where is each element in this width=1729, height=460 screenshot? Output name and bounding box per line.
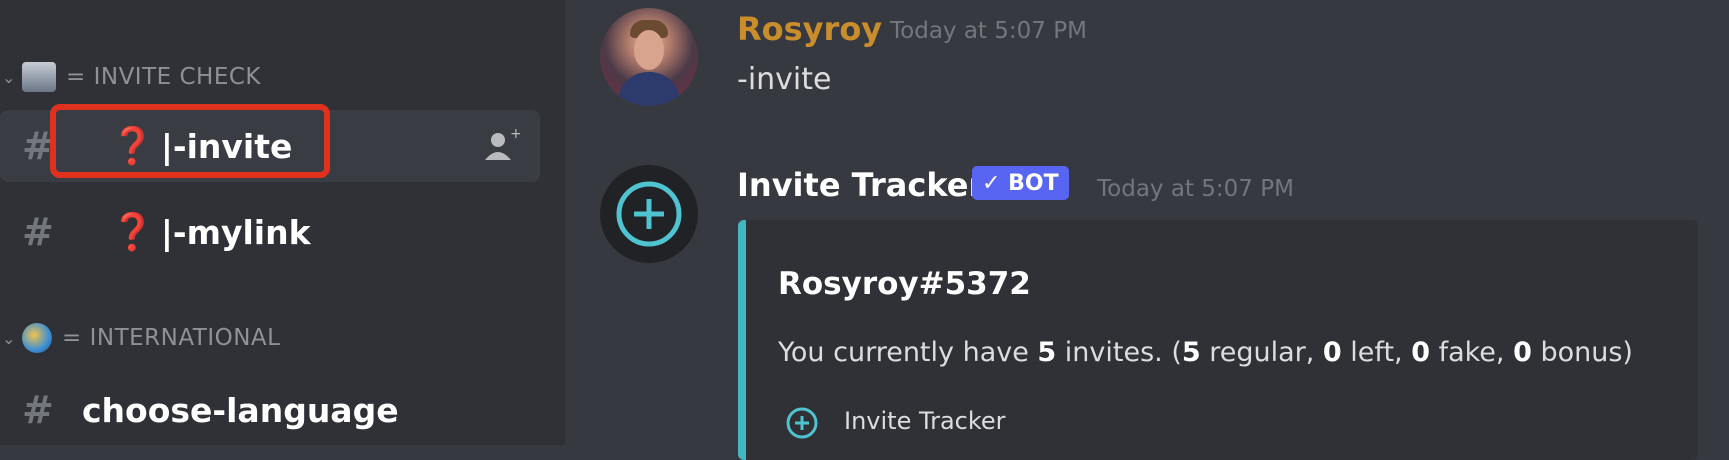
message-content: -invite <box>737 62 832 97</box>
channel-name: choose-language <box>82 390 399 430</box>
globe-icon <box>22 323 52 353</box>
category-label: = INTERNATIONAL <box>62 325 281 351</box>
svg-text:+: + <box>510 126 520 142</box>
message-timestamp: Today at 5:07 PM <box>890 18 1087 44</box>
envelope-icon <box>22 62 56 92</box>
message-author[interactable]: Rosyroy <box>737 10 882 48</box>
plus-circle-icon <box>616 181 682 247</box>
question-mark-icon: ❓ <box>110 212 155 253</box>
embed-accent-bar <box>738 220 746 460</box>
message-timestamp: Today at 5:07 PM <box>1097 176 1294 202</box>
channel-mylink[interactable]: # ❓ |-mylink <box>0 196 540 268</box>
channel-name: |-mylink <box>160 212 311 252</box>
chevron-down-icon[interactable]: ⌄ <box>2 329 16 348</box>
channel-sidebar: ⌄ = INVITE CHECK # ❓ |-invite + # ❓ |-my… <box>0 0 565 445</box>
highlight-annotation <box>50 104 330 178</box>
bot-avatar[interactable] <box>600 165 698 263</box>
embed-title: Rosyroy#5372 <box>778 266 1031 302</box>
embed-footer: Invite Tracker <box>844 407 1006 435</box>
plus-circle-icon <box>786 407 818 439</box>
user-avatar[interactable] <box>600 8 698 106</box>
embed-description: You currently have 5 invites. (5 regular… <box>778 337 1633 368</box>
message-author[interactable]: Invite Tracker <box>737 166 984 204</box>
message-embed: Rosyroy#5372 You currently have 5 invite… <box>738 220 1698 460</box>
invite-member-icon[interactable]: + <box>480 126 520 166</box>
hashtag-icon: # <box>22 210 54 254</box>
category-invite-check[interactable]: ⌄ = INVITE CHECK <box>0 57 261 97</box>
category-label: = INVITE CHECK <box>66 64 262 90</box>
bot-badge: ✓ BOT <box>972 166 1069 200</box>
category-international[interactable]: ⌄ = INTERNATIONAL <box>0 318 280 358</box>
chevron-down-icon[interactable]: ⌄ <box>2 68 16 87</box>
channel-choose-language[interactable]: # choose-language <box>0 374 540 446</box>
hashtag-icon: # <box>22 388 54 432</box>
